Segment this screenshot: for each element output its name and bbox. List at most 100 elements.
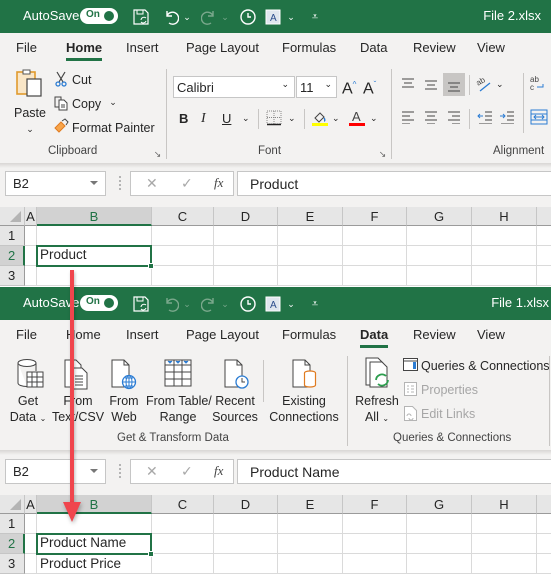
formula-bar-splitter[interactable] bbox=[119, 464, 121, 478]
get-data-button[interactable]: Data ⌄ bbox=[6, 409, 50, 427]
tab-formulas[interactable]: Formulas bbox=[282, 40, 336, 55]
tab-page-layout[interactable]: Page Layout bbox=[186, 327, 259, 342]
fill-handle[interactable] bbox=[148, 263, 154, 269]
decrease-indent-icon[interactable] bbox=[477, 110, 493, 124]
name-box-dropdown-icon[interactable] bbox=[90, 469, 98, 473]
grow-font-icon[interactable]: A^ bbox=[342, 77, 356, 97]
column-header-h[interactable]: H bbox=[472, 495, 537, 514]
font-name-dropdown-icon[interactable]: ⌄ bbox=[281, 79, 289, 90]
clipboard-launcher-icon[interactable]: ↘ bbox=[153, 146, 162, 162]
from-web-label-1[interactable]: From bbox=[105, 393, 143, 409]
cell-d1[interactable] bbox=[214, 514, 278, 534]
cell-d3[interactable] bbox=[214, 266, 278, 286]
redo-icon[interactable] bbox=[200, 7, 218, 27]
tab-page-layout[interactable]: Page Layout bbox=[186, 40, 259, 55]
cell-c1[interactable] bbox=[152, 514, 214, 534]
column-header-b[interactable]: B bbox=[37, 495, 152, 514]
cell-g1[interactable] bbox=[407, 226, 472, 246]
row-header-3[interactable]: 3 bbox=[0, 266, 25, 286]
cell-d1[interactable] bbox=[214, 226, 278, 246]
fill-handle[interactable] bbox=[148, 551, 154, 557]
redo-dropdown-icon[interactable]: ⌄ bbox=[220, 7, 230, 27]
existing-connections-button[interactable]: Connections bbox=[266, 409, 342, 425]
refresh-label-1[interactable]: Refresh bbox=[354, 393, 400, 409]
row-header-3[interactable]: 3 bbox=[0, 554, 25, 574]
undo-dropdown-icon[interactable]: ⌄ bbox=[182, 7, 192, 27]
cell-a1[interactable] bbox=[25, 226, 37, 246]
underline-dropdown-icon[interactable]: ⌄ bbox=[242, 110, 250, 126]
cell-h2[interactable] bbox=[472, 246, 537, 266]
paste-dropdown-icon[interactable]: ⌄ bbox=[24, 121, 36, 137]
shrink-font-icon[interactable]: Aˇ bbox=[363, 77, 376, 97]
edit-links-button[interactable]: Edit Links bbox=[421, 406, 475, 422]
cell-g2[interactable] bbox=[407, 534, 472, 554]
wrap-text-icon[interactable]: ab c bbox=[530, 74, 550, 92]
redo-icon[interactable] bbox=[200, 294, 218, 314]
cancel-icon[interactable]: ✕ bbox=[146, 175, 158, 192]
font-size-input[interactable]: 11 ⌄ bbox=[296, 76, 337, 98]
cell-c3[interactable] bbox=[152, 554, 214, 574]
column-header-f[interactable]: F bbox=[343, 207, 407, 226]
tab-review[interactable]: Review bbox=[413, 40, 456, 55]
tab-file[interactable]: File bbox=[16, 40, 37, 55]
column-header-e[interactable]: E bbox=[278, 495, 343, 514]
italic-button[interactable]: I bbox=[201, 111, 206, 127]
cell-f3[interactable] bbox=[343, 266, 407, 286]
paste-button[interactable]: Paste bbox=[13, 105, 47, 121]
column-header-i[interactable] bbox=[537, 207, 551, 226]
cell-b1[interactable] bbox=[37, 514, 152, 534]
cell-h2[interactable] bbox=[472, 534, 537, 554]
column-header-d[interactable]: D bbox=[214, 495, 278, 514]
cut-button[interactable]: Cut bbox=[72, 72, 91, 88]
cell-c1[interactable] bbox=[152, 226, 214, 246]
tab-data[interactable]: Data bbox=[360, 327, 389, 348]
cell-i3[interactable] bbox=[537, 554, 551, 574]
orientation-icon[interactable]: ab bbox=[476, 75, 494, 93]
cell-e3[interactable] bbox=[278, 554, 343, 574]
font-color-dropdown-icon[interactable]: ⌄ bbox=[370, 110, 378, 126]
cancel-icon[interactable]: ✕ bbox=[146, 463, 158, 480]
from-text-csv-button[interactable]: Text/CSV bbox=[51, 409, 105, 425]
column-header-c[interactable]: C bbox=[152, 495, 214, 514]
row-header-2[interactable]: 2 bbox=[0, 246, 25, 266]
from-table-label-1[interactable]: From Table/ bbox=[146, 393, 212, 409]
format-icon[interactable]: A bbox=[264, 7, 282, 27]
history-icon[interactable] bbox=[238, 294, 258, 314]
cell-g1[interactable] bbox=[407, 514, 472, 534]
column-header-a[interactable]: A bbox=[25, 495, 37, 514]
cell-e2[interactable] bbox=[278, 246, 343, 266]
cell-c3[interactable] bbox=[152, 266, 214, 286]
active-cell-b2[interactable]: Product bbox=[36, 245, 154, 269]
enter-icon[interactable]: ✓ bbox=[181, 463, 193, 480]
name-box[interactable]: B2 bbox=[5, 459, 106, 484]
insert-function-icon[interactable]: fx bbox=[214, 463, 223, 479]
enter-icon[interactable]: ✓ bbox=[181, 175, 193, 192]
cell-e2[interactable] bbox=[278, 534, 343, 554]
tab-file[interactable]: File bbox=[16, 327, 37, 342]
save-sync-icon[interactable] bbox=[131, 7, 151, 27]
save-sync-icon[interactable] bbox=[131, 294, 151, 314]
borders-icon[interactable] bbox=[266, 110, 282, 126]
queries-connections-button[interactable]: Queries & Connections bbox=[421, 358, 550, 374]
font-color-icon[interactable]: A bbox=[348, 109, 366, 127]
select-all-button[interactable] bbox=[0, 495, 25, 514]
recent-sources-button[interactable]: Sources bbox=[212, 409, 258, 425]
undo-dropdown-icon[interactable]: ⌄ bbox=[182, 294, 192, 314]
borders-dropdown-icon[interactable]: ⌄ bbox=[288, 110, 296, 126]
copy-dropdown-icon[interactable]: ⌄ bbox=[108, 94, 118, 110]
cell-f3[interactable] bbox=[343, 554, 407, 574]
cell-c2[interactable] bbox=[152, 246, 214, 266]
cell-h3[interactable] bbox=[472, 266, 537, 286]
font-name-input[interactable]: Calibri ⌄ bbox=[173, 76, 295, 98]
column-header-i[interactable] bbox=[537, 495, 551, 514]
get-data-label-1[interactable]: Get bbox=[8, 393, 48, 409]
cell-h1[interactable] bbox=[472, 226, 537, 246]
column-header-c[interactable]: C bbox=[152, 207, 214, 226]
redo-dropdown-icon[interactable]: ⌄ bbox=[220, 294, 230, 314]
cell-a1[interactable] bbox=[25, 514, 37, 534]
cell-d3[interactable] bbox=[214, 554, 278, 574]
tab-data[interactable]: Data bbox=[360, 40, 387, 55]
formula-input[interactable]: Product bbox=[237, 171, 551, 196]
underline-button[interactable]: U bbox=[222, 111, 231, 127]
cell-e1[interactable] bbox=[278, 226, 343, 246]
